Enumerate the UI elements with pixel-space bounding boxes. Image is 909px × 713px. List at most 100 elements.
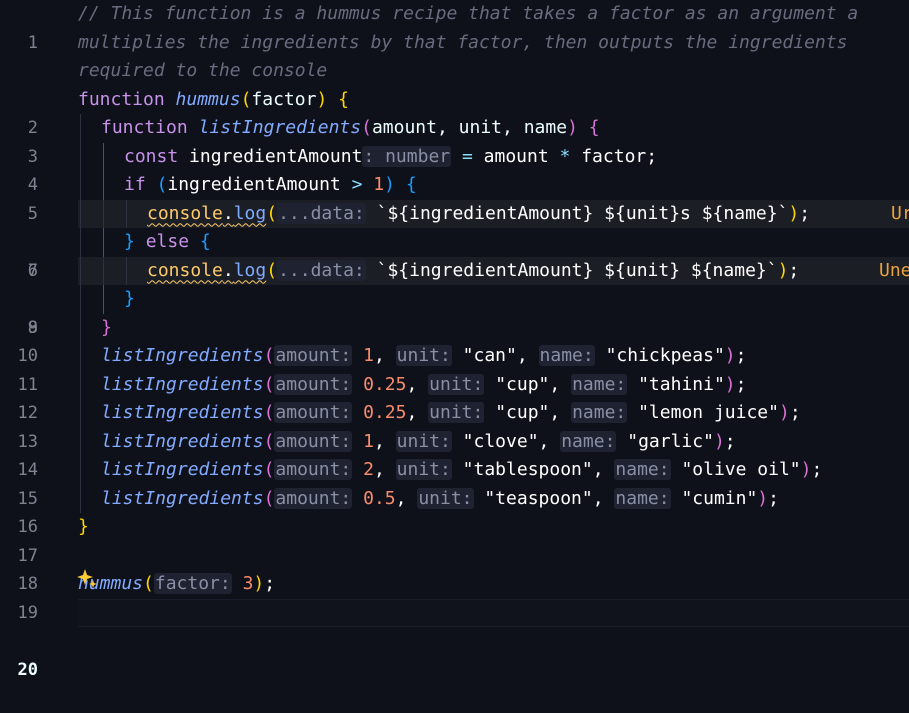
code-text: const ingredientAmount: number = amount …	[124, 145, 658, 167]
bracket-token: )	[384, 174, 395, 195]
indent-guide	[80, 342, 81, 371]
number-token: 0.25	[363, 373, 407, 395]
indent-guide	[80, 484, 81, 513]
type-hint: : number	[362, 145, 452, 167]
bracket-token: {	[199, 231, 211, 252]
code-line-7[interactable]: 7 } else {	[0, 228, 909, 281]
param-token: factor	[251, 88, 317, 110]
function-call-token: listIngredients	[101, 373, 264, 395]
number-token: 0.5	[363, 487, 396, 509]
string-token: "can"	[462, 345, 517, 366]
warning-squiggle[interactable]: console.log	[147, 203, 266, 224]
sparkle-icon[interactable]	[77, 568, 99, 590]
code-line-19[interactable]: 19 hummus(factor: 3);	[0, 570, 909, 623]
number-token: 1	[373, 174, 385, 195]
code-text: }	[124, 285, 135, 314]
bracket-token: }	[78, 516, 89, 537]
code-line-8[interactable]: 8 console.log(...data: `${ingredientAmou…	[0, 256, 909, 338]
bracket-token: (	[263, 373, 275, 395]
param-token: amount	[371, 117, 437, 138]
indent-guide	[80, 228, 81, 257]
param-hint: ...data:	[277, 259, 366, 281]
code-line-1-wrap-2[interactable]: required to the console	[0, 57, 909, 86]
bracket-token: (	[361, 117, 372, 138]
code-line-9[interactable]: 9 }	[0, 285, 909, 338]
identifier-token: console	[147, 259, 223, 281]
code-text: listIngredients(amount: 1, unit: "can", …	[101, 345, 747, 366]
function-call-token: listIngredients	[101, 345, 264, 366]
param-hint: name:	[614, 459, 671, 480]
indent-guide	[80, 114, 81, 143]
bracket-token: )	[724, 345, 736, 366]
code-line-15[interactable]: 15 listIngredients(amount: 2, unit: "tab…	[0, 456, 909, 509]
code-line-12[interactable]: 12 listIngredients(amount: 0.25, unit: "…	[0, 370, 909, 423]
string-token: "chickpeas"	[605, 345, 725, 366]
code-line-13[interactable]: 13 listIngredients(amount: 0.25, unit: "…	[0, 399, 909, 452]
code-line-4[interactable]: 4 const ingredientAmount: number = amoun…	[0, 142, 909, 195]
indent-guide	[126, 256, 127, 285]
keyword-token: const	[124, 145, 179, 167]
operator-token: =	[461, 145, 473, 167]
bracket-token: )	[713, 430, 725, 452]
function-call-token: listIngredients	[101, 487, 264, 509]
param-hint: name:	[614, 487, 671, 509]
param-hint: ...data:	[277, 202, 366, 224]
bracket-token: )	[777, 259, 789, 281]
code-text: listIngredients(amount: 2, unit: "tables…	[101, 459, 823, 480]
code-line-20[interactable]: 20	[0, 598, 909, 680]
code-editor[interactable]: 1 // This function is a hummus recipe th…	[0, 0, 909, 680]
bracket-token: }	[101, 316, 112, 338]
indent-guide	[80, 171, 81, 200]
code-line-1-wrap-1[interactable]: multiplies the ingredients by that facto…	[0, 29, 909, 58]
code-line-14[interactable]: 14 listIngredients(amount: 1, unit: "clo…	[0, 427, 909, 480]
comment-text: // This function is a hummus recipe that…	[78, 3, 859, 24]
string-token: "tahini"	[638, 373, 725, 395]
function-call-token: listIngredients	[101, 459, 264, 480]
code-text: listIngredients(amount: 1, unit: "clove"…	[101, 430, 736, 452]
string-token: "teaspoon"	[484, 487, 593, 509]
code-text: if (ingredientAmount > 1) {	[124, 171, 417, 200]
code-line-10[interactable]: 10 }	[0, 313, 909, 366]
code-line-18[interactable]: 18	[0, 542, 909, 594]
code-line-1[interactable]: 1 // This function is a hummus recipe th…	[0, 0, 909, 53]
bracket-token: )	[567, 117, 578, 138]
param-hint: unit:	[428, 402, 485, 423]
code-line-5[interactable]: 5 if (ingredientAmount > 1) {	[0, 171, 909, 224]
code-text: } else {	[124, 228, 211, 257]
code-text: hummus(factor: 3);	[78, 573, 276, 594]
inline-error-message[interactable]: Ur	[891, 200, 909, 229]
bracket-token: (	[240, 88, 252, 110]
template-string-token: `${ingredientAmount} ${unit}s ${name}`	[376, 202, 789, 224]
bracket-token: )	[800, 459, 812, 480]
bracket-token: (	[263, 487, 275, 509]
code-line-3[interactable]: 3 function listIngredients(amount, unit,…	[0, 114, 909, 167]
code-line-11[interactable]: 11 listIngredients(amount: 1, unit: "can…	[0, 342, 909, 395]
warning-squiggle[interactable]: console.log	[147, 260, 266, 281]
inline-error-message[interactable]: Une	[879, 257, 909, 286]
bracket-token: (	[143, 573, 154, 594]
code-text: function hummus(factor) {	[78, 86, 349, 115]
keyword-token: function	[101, 117, 188, 138]
indent-guide	[80, 142, 81, 171]
function-name-token: listIngredients	[198, 117, 362, 138]
string-token: "clove"	[462, 430, 539, 452]
code-line-16[interactable]: 16 listIngredients(amount: 0.5, unit: "t…	[0, 484, 909, 537]
function-call-token: listIngredients	[101, 430, 264, 452]
code-line-17[interactable]: 17 }	[0, 513, 909, 566]
indent-guide	[103, 199, 104, 228]
line-number: 20	[17, 659, 38, 680]
string-token: "cup"	[495, 402, 550, 423]
code-text: function listIngredients(amount, unit, n…	[101, 117, 600, 138]
param-hint: unit:	[395, 345, 452, 366]
indent-guide	[103, 285, 104, 314]
code-text: console.log(...data: `${ingredientAmount…	[147, 259, 800, 281]
identifier-token: ingredientAmount	[167, 174, 341, 195]
comment-text: multiplies the ingredients by that facto…	[78, 31, 848, 53]
indent-guide	[103, 256, 104, 285]
indent-guide	[80, 427, 81, 456]
indent-guide	[80, 399, 81, 428]
code-line-6[interactable]: 6 console.log(...data: `${ingredientAmou…	[0, 199, 909, 281]
function-call-token: listIngredients	[101, 402, 264, 423]
code-line-2[interactable]: 2 function hummus(factor) {	[0, 86, 909, 139]
indent-guide	[80, 256, 81, 285]
